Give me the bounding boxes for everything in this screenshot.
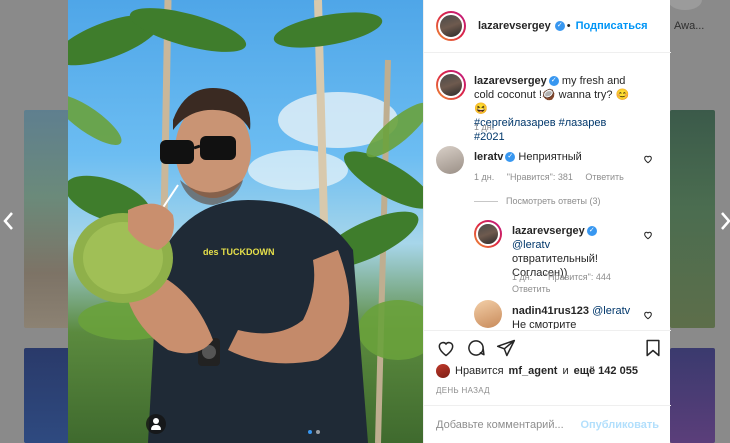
post-photo[interactable]: des TUCKDOWN › <box>68 0 423 443</box>
add-comment-bar: Опубликовать <box>424 405 671 443</box>
comment-likes[interactable]: "Нравится": 381 <box>507 172 573 182</box>
likes-conjunction: и <box>562 365 569 377</box>
comment-like-icon[interactable] <box>643 154 653 164</box>
view-replies-button[interactable]: Посмотреть ответы (3) <box>474 196 601 206</box>
caption-avatar[interactable] <box>436 70 466 100</box>
chevron-right-icon <box>721 212 730 230</box>
verified-badge-icon: ✓ <box>548 76 559 87</box>
background-post-thumbnail <box>24 348 70 443</box>
save-icon[interactable] <box>643 338 663 358</box>
reply-avatar[interactable] <box>474 300 502 328</box>
background-post-thumbnail <box>670 110 715 328</box>
reply-like-icon[interactable] <box>643 230 653 240</box>
reply-button[interactable]: Ответить <box>512 284 550 294</box>
liker-username[interactable]: mf_agent <box>509 365 558 377</box>
carousel-dot-active <box>308 430 312 434</box>
background-story-label: Awa... <box>674 20 705 32</box>
chevron-left-icon <box>3 212 13 230</box>
comment-input[interactable] <box>436 418 581 431</box>
reply-mention[interactable]: @leratv <box>592 305 630 317</box>
post-photo-illustration: des TUCKDOWN <box>68 0 423 443</box>
caption-username[interactable]: lazarevsergey <box>474 75 547 87</box>
carousel-dots <box>308 430 320 434</box>
comment-username[interactable]: leratv <box>474 151 503 163</box>
reply-username[interactable]: nadin41rus123 <box>512 305 589 317</box>
verified-badge-icon: ✓ <box>505 152 516 163</box>
comment-age: 1 дн. <box>474 172 495 182</box>
comment-icon[interactable] <box>466 338 486 358</box>
follow-button[interactable]: Подписаться <box>576 20 648 32</box>
comment-avatar[interactable] <box>436 146 464 174</box>
post-actions-bar <box>424 330 671 364</box>
likes-summary[interactable]: Нравится mf_agent и ещё 142 055 <box>436 364 638 378</box>
caption-age: 1 дн. <box>474 122 495 132</box>
reply-age: 1 дн. <box>512 272 533 282</box>
background-post-thumbnail <box>24 110 70 328</box>
reply-mention[interactable]: @leratv <box>512 239 550 251</box>
share-icon[interactable] <box>496 338 516 358</box>
reply-avatar[interactable] <box>474 220 502 248</box>
previous-post-arrow[interactable] <box>2 210 16 232</box>
liker-avatar[interactable] <box>436 364 450 378</box>
author-username[interactable]: lazarevsergey <box>478 20 551 32</box>
view-replies-label: Посмотреть ответы (3) <box>506 196 601 206</box>
svg-text:des TUCKDOWN: des TUCKDOWN <box>203 247 275 257</box>
verified-badge-icon: ✓ <box>586 226 597 237</box>
publish-button[interactable]: Опубликовать <box>580 419 659 431</box>
likes-count[interactable]: ещё 142 055 <box>574 365 638 377</box>
post-date: ДЕНЬ НАЗАД <box>436 386 490 395</box>
carousel-dot <box>316 430 320 434</box>
verified-badge-icon: ✓ <box>554 21 565 31</box>
author-avatar[interactable] <box>436 11 466 41</box>
next-post-arrow[interactable] <box>718 210 730 232</box>
reply-like-icon[interactable] <box>643 310 653 320</box>
background-post-thumbnail <box>670 348 715 443</box>
reply-username[interactable]: lazarevsergey <box>512 225 585 237</box>
background-story-avatar <box>668 0 702 10</box>
reply-button[interactable]: Ответить <box>585 172 623 182</box>
comment-text: Неприятный <box>518 151 582 163</box>
like-icon[interactable] <box>436 338 456 358</box>
comments-list[interactable]: lazarevsergey ✓ my fresh and cold coconut… <box>424 54 671 329</box>
post-header: lazarevsergey ✓ • Подписаться <box>424 0 671 53</box>
likes-prefix: Нравится <box>455 365 504 377</box>
reply-likes[interactable]: "Нравится": 444 <box>545 272 611 282</box>
post-side-panel: lazarevsergey ✓ • Подписаться lazarevser… <box>423 0 671 443</box>
reply-text: Не смотрите <box>512 319 577 329</box>
tagged-user-icon[interactable] <box>146 414 166 434</box>
